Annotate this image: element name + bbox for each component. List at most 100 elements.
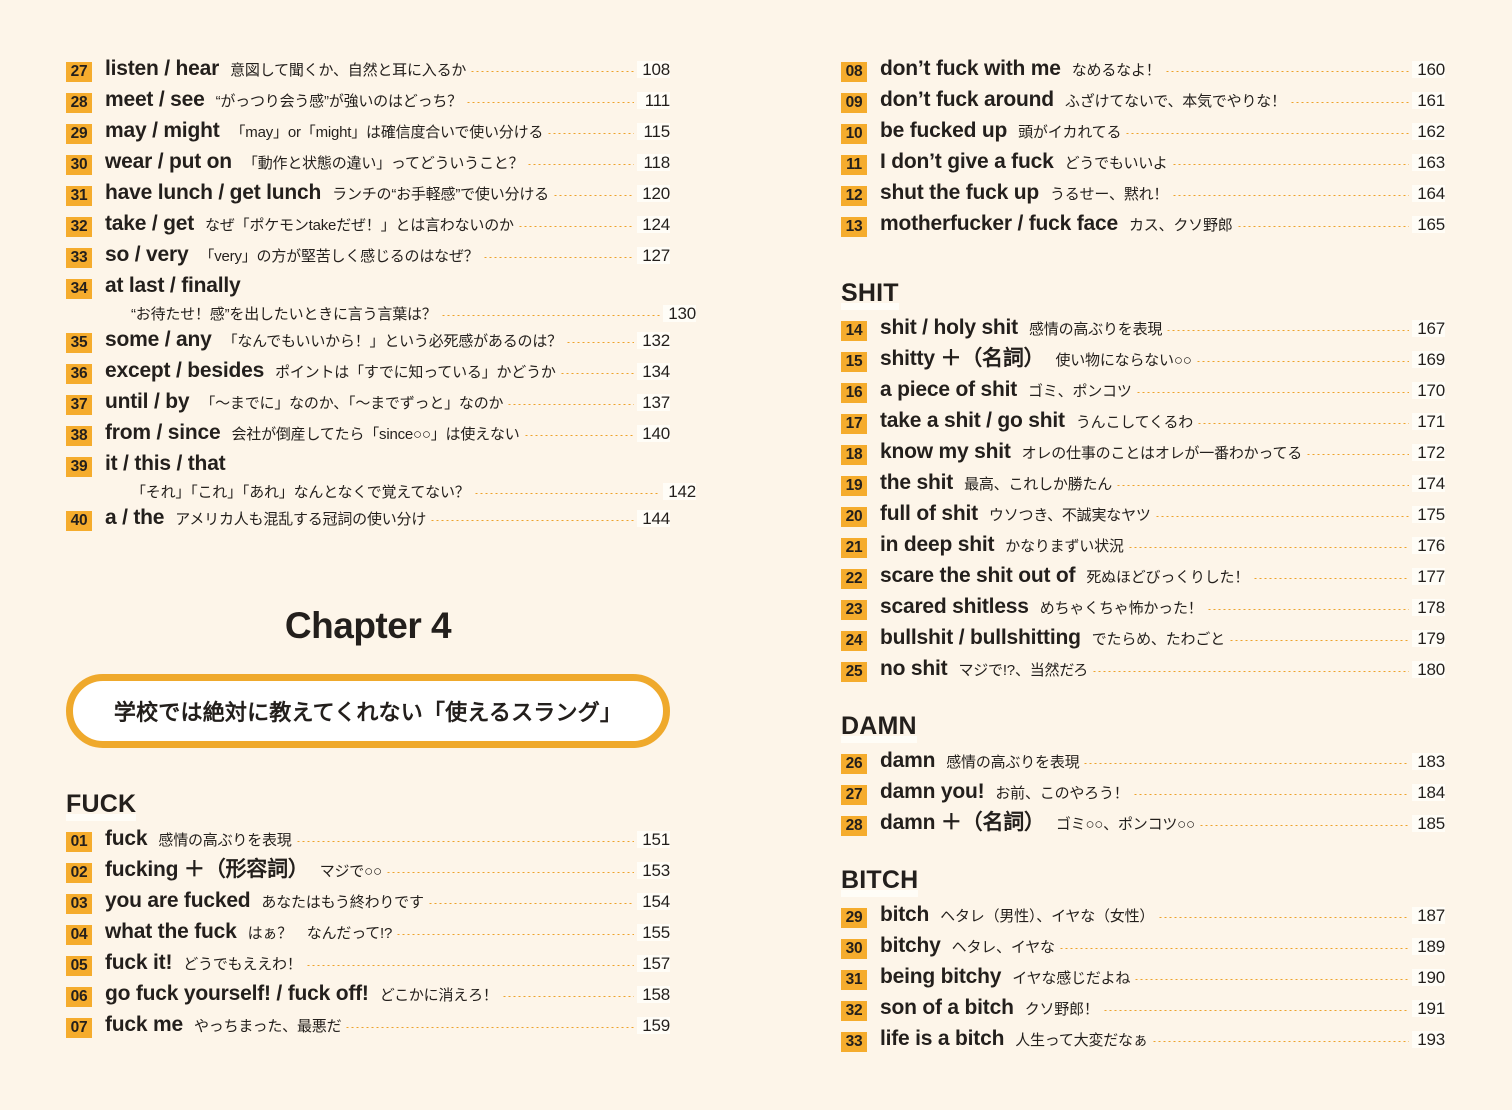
entry-body: take / get なぜ「ポケモンtakeだぜ！」とは言わないのか 124 xyxy=(105,213,670,234)
toc-entry[interactable]: 31 being bitchy イヤな感じだよね 190 xyxy=(841,966,1445,990)
toc-entry[interactable]: 30 wear / put on 「動作と状態の違い」ってどういうこと？ 118 xyxy=(66,151,670,175)
entry-gloss: うんこしてくるわ xyxy=(1075,414,1194,431)
toc-entry[interactable]: 40 a / the アメリカ人も混乱する冠詞の使い分け 144 xyxy=(66,507,670,531)
toc-entry[interactable]: 09 don’t fuck around ふざけてないで、本気でやりな！ 161 xyxy=(841,89,1445,113)
toc-entry[interactable]: 33 life is a bitch 人生って大変だなぁ 193 xyxy=(841,1028,1445,1052)
toc-entry[interactable]: 04 what the fuck はぁ？ なんだって!? 155 xyxy=(66,921,670,945)
toc-entry[interactable]: 07 fuck me やっちまった、最悪だ 159 xyxy=(66,1014,670,1038)
toc-entry[interactable]: 06 go fuck yourself! / fuck off! どこかに消えろ！ 1… xyxy=(66,983,670,1007)
toc-entry[interactable]: 29 bitch ヘタレ（男性）、イヤな（女性） 187 xyxy=(841,904,1445,928)
toc-entry[interactable]: 19 the shit 最高、これしか勝たん 174 xyxy=(841,472,1445,496)
entry-gloss: ポイントは「すでに知っている」かどうか xyxy=(275,364,556,381)
entry-number-badge: 10 xyxy=(841,124,867,144)
toc-entry[interactable]: 29 may / might 「may」or「might」は確信度合いで使い分ける 1… xyxy=(66,120,670,144)
entry-gloss: ランチの“お手軽感”で使い分ける xyxy=(332,186,549,203)
entry-gloss: うるせー、黙れ！ xyxy=(1049,186,1169,203)
toc-entry[interactable]: 22 scare the shit out of 死ぬほどびっくりした！ 177 xyxy=(841,565,1445,589)
entry-number-badge: 02 xyxy=(66,863,92,883)
section-entry-list: 01 fuck 感情の高ぶりを表現 151 02 fucking ＋（形容詞） マジで○○ 1… xyxy=(66,828,670,1038)
toc-entry[interactable]: 26 damn 感情の高ぶりを表現 183 xyxy=(841,750,1445,774)
toc-entry[interactable]: 10 be fucked up 頭がイカれてる 162 xyxy=(841,120,1445,144)
toc-entry[interactable]: 28 damn ＋（名詞） ゴミ○○、ポンコツ○○ 185 xyxy=(841,812,1445,836)
toc-entry[interactable]: 34 at last / finally “お待たせ！感”を出したいときに言う言葉は… xyxy=(66,275,696,322)
toc-entry[interactable]: 24 bullshit / bullshitting でたらめ、たわごと 179 xyxy=(841,627,1445,651)
entry-page-number: 169 xyxy=(1412,351,1445,368)
entry-line-primary: being bitchy イヤな感じだよね 190 xyxy=(880,966,1445,987)
entry-term: you are fucked xyxy=(105,889,251,912)
entry-number-badge: 19 xyxy=(841,476,867,496)
entry-line-primary: bitchy ヘタレ、イヤな 189 xyxy=(880,935,1445,956)
toc-entry[interactable]: 11 I don’t give a fuck どうでもいいよ 163 xyxy=(841,151,1445,175)
toc-entry[interactable]: 32 take / get なぜ「ポケモンtakeだぜ！」とは言わないのか 124 xyxy=(66,213,670,237)
entry-page-number: 160 xyxy=(1412,61,1445,78)
toc-entry[interactable]: 08 don’t fuck with me なめるなよ！ 160 xyxy=(841,58,1445,82)
toc-entry[interactable]: 35 some / any 「なんでもいいから！」という必死感があるのは？ 132 xyxy=(66,329,670,353)
toc-entry[interactable]: 13 motherfucker / fuck face カス、クソ野郎 165 xyxy=(841,213,1445,237)
entry-term: may / might xyxy=(105,119,220,142)
entry-body: fucking ＋（形容詞） マジで○○ 153 xyxy=(105,859,670,880)
toc-entry[interactable]: 12 shut the fuck up うるせー、黙れ！ 164 xyxy=(841,182,1445,206)
entry-line-primary: it / this / that xyxy=(105,453,670,474)
toc-entry[interactable]: 27 damn you! お前、このやろう！ 184 xyxy=(841,781,1445,805)
dot-leader xyxy=(507,404,634,405)
entry-line-primary: fucking ＋（形容詞） マジで○○ 153 xyxy=(105,859,670,880)
entry-line-primary: shitty ＋（名詞） 使い物にならない○○ 169 xyxy=(880,348,1445,369)
toc-entry[interactable]: 01 fuck 感情の高ぶりを表現 151 xyxy=(66,828,670,852)
toc-entry[interactable]: 02 fucking ＋（形容詞） マジで○○ 153 xyxy=(66,859,670,883)
toc-entry[interactable]: 18 know my shit オレの仕事のことはオレが一番わかってる 172 xyxy=(841,441,1445,465)
toc-entry[interactable]: 28 meet / see “がっつり会う感”が強いのはどっち？ 111 xyxy=(66,89,670,113)
toc-entry[interactable]: 03 you are fucked あなたはもう終わりです 154 xyxy=(66,890,670,914)
left-column: 27 listen / hear 意図して聞くか、自然と耳に入るか 108 28 meet… xyxy=(66,58,696,1110)
toc-entry[interactable]: 05 fuck it! どうでもええわ！ 157 xyxy=(66,952,670,976)
entry-page-number: 164 xyxy=(1412,185,1445,202)
toc-entry[interactable]: 30 bitchy ヘタレ、イヤな 189 xyxy=(841,935,1445,959)
toc-entry[interactable]: 21 in deep shit かなりまずい状況 176 xyxy=(841,534,1445,558)
entry-line-primary: some / any 「なんでもいいから！」という必死感があるのは？ 132 xyxy=(105,329,670,350)
entry-gloss: なぜ「ポケモンtakeだぜ！」とは言わないのか xyxy=(205,217,514,234)
section-entry-list: 29 bitch ヘタレ（男性）、イヤな（女性） 187 30 bitchy ヘタレ、イヤな… xyxy=(841,904,1445,1052)
toc-section: FUCK 01 fuck 感情の高ぶりを表現 151 02 fucking ＋（形容詞） マジ… xyxy=(66,790,670,1038)
right-column: 08 don’t fuck with me なめるなよ！ 160 09 don’t fuc… xyxy=(841,58,1445,1110)
entry-number-badge: 29 xyxy=(841,908,867,928)
section-heading: DAMN xyxy=(841,712,917,743)
toc-entry[interactable]: 20 full of shit ウソつき、不誠実なヤツ 175 xyxy=(841,503,1445,527)
entry-number-badge: 15 xyxy=(841,352,867,372)
toc-entry[interactable]: 15 shitty ＋（名詞） 使い物にならない○○ 169 xyxy=(841,348,1445,372)
entry-body: I don’t give a fuck どうでもいいよ 163 xyxy=(880,151,1445,172)
toc-entry[interactable]: 14 shit / holy shit 感情の高ぶりを表現 167 xyxy=(841,317,1445,341)
dot-leader xyxy=(1197,423,1409,424)
entry-line-primary: wear / put on 「動作と状態の違い」ってどういうこと？ 118 xyxy=(105,151,670,172)
toc-entry[interactable]: 37 until / by 「〜までに」なのか、「〜までずっと」なのか 137 xyxy=(66,391,670,415)
entry-line-primary: fuck me やっちまった、最悪だ 159 xyxy=(105,1014,670,1035)
entry-term: scared shitless xyxy=(880,595,1029,618)
dot-leader xyxy=(552,195,634,196)
toc-entry[interactable]: 39 it / this / that 「それ」「これ」「あれ」なんとなくで覚えてな… xyxy=(66,453,696,500)
entry-page-number: 162 xyxy=(1412,123,1445,140)
toc-entry[interactable]: 36 except / besides ポイントは「すでに知っている」かどうか 134 xyxy=(66,360,670,384)
entry-page-number: 155 xyxy=(637,924,670,941)
entry-number-badge: 20 xyxy=(841,507,867,527)
entry-gloss: 人生って大変だなぁ xyxy=(1015,1032,1148,1049)
toc-entry[interactable]: 32 son of a bitch クソ野郎！ 191 xyxy=(841,997,1445,1021)
dot-leader xyxy=(527,164,634,165)
toc-entry[interactable]: 23 scared shitless めちゃくちゃ怖かった！ 178 xyxy=(841,596,1445,620)
left-section-list: FUCK 01 fuck 感情の高ぶりを表現 151 02 fucking ＋（形容詞） マジ… xyxy=(66,790,670,1038)
entry-line-primary: don’t fuck around ふざけてないで、本気でやりな！ 161 xyxy=(880,89,1445,110)
toc-entry[interactable]: 31 have lunch / get lunch ランチの“お手軽感”で使い分ける… xyxy=(66,182,670,206)
toc-entry[interactable]: 38 from / since 会社が倒産してたら「since○○」は使えない 140 xyxy=(66,422,670,446)
entry-number-badge: 40 xyxy=(66,511,92,531)
entry-body: being bitchy イヤな感じだよね 190 xyxy=(880,966,1445,987)
toc-entry[interactable]: 16 a piece of shit ゴミ、ポンコツ 170 xyxy=(841,379,1445,403)
entry-body: you are fucked あなたはもう終わりです 154 xyxy=(105,890,670,911)
entry-body: bitchy ヘタレ、イヤな 189 xyxy=(880,935,1445,956)
entry-page-number: 165 xyxy=(1412,216,1445,233)
toc-entry[interactable]: 25 no shit マジで!?、当然だろ 180 xyxy=(841,658,1445,682)
entry-body: may / might 「may」or「might」は確信度合いで使い分ける 115 xyxy=(105,120,670,141)
entry-page-number: 179 xyxy=(1412,630,1445,647)
entry-number-badge: 32 xyxy=(841,1001,867,1021)
toc-entry[interactable]: 17 take a shit / go shit うんこしてくるわ 171 xyxy=(841,410,1445,434)
dot-leader xyxy=(427,903,634,904)
toc-entry[interactable]: 27 listen / hear 意図して聞くか、自然と耳に入るか 108 xyxy=(66,58,670,82)
entry-gloss: 「〜までに」なのか、「〜までずっと」なのか xyxy=(200,395,504,412)
toc-entry[interactable]: 33 so / very 「very」の方が堅苦しく感じるのはなぜ？ 127 xyxy=(66,244,670,268)
